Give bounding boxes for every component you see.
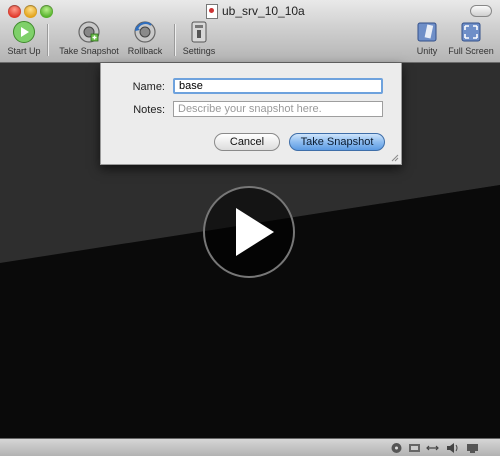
usb-icon[interactable] — [426, 442, 439, 454]
vm-window: ub_srv_10_10a Start Up Take Snapshot Rol… — [0, 0, 500, 456]
notes-label: Notes: — [133, 104, 165, 116]
minimize-icon[interactable] — [24, 5, 37, 18]
window-title: ub_srv_10_10a — [206, 3, 305, 19]
display-icon[interactable] — [466, 442, 479, 454]
full-screen-label: Full Screen — [448, 46, 494, 56]
start-up-icon — [13, 21, 35, 43]
unity-button[interactable]: Unity — [412, 20, 442, 56]
resize-grip-icon[interactable] — [390, 153, 399, 162]
document-icon — [206, 3, 218, 19]
toolbar-separator — [174, 24, 175, 56]
name-label: Name: — [132, 81, 165, 93]
window-title-text: ub_srv_10_10a — [222, 4, 305, 18]
notes-field[interactable] — [173, 101, 383, 117]
rollback-icon — [134, 21, 156, 43]
unity-icon — [417, 22, 437, 42]
start-up-button[interactable]: Start Up — [6, 20, 42, 56]
zoom-icon[interactable] — [40, 5, 53, 18]
toolbar-separator — [47, 24, 48, 56]
unity-label: Unity — [416, 46, 438, 56]
camera-icon — [78, 21, 100, 43]
toolbar-toggle-button[interactable] — [470, 5, 492, 17]
cancel-button[interactable]: Cancel — [214, 133, 280, 151]
close-icon[interactable] — [8, 5, 21, 18]
sound-icon[interactable] — [446, 442, 459, 454]
status-bar — [0, 438, 500, 456]
play-button[interactable] — [203, 186, 295, 278]
play-icon — [236, 208, 274, 256]
take-snapshot-label: Take Snapshot — [59, 46, 119, 56]
rollback-button[interactable]: Rollback — [124, 20, 166, 56]
cd-icon[interactable] — [390, 442, 403, 454]
network-icon[interactable] — [408, 442, 421, 454]
settings-icon — [191, 21, 207, 43]
full-screen-icon — [461, 22, 481, 42]
settings-label: Settings — [182, 46, 216, 56]
take-snapshot-button[interactable]: Take Snapshot — [56, 20, 122, 56]
take-snapshot-confirm-button[interactable]: Take Snapshot — [289, 133, 385, 151]
start-up-label: Start Up — [7, 46, 41, 56]
full-screen-button[interactable]: Full Screen — [447, 20, 495, 56]
settings-button[interactable]: Settings — [180, 20, 218, 56]
toolbar: ub_srv_10_10a Start Up Take Snapshot Rol… — [0, 0, 500, 63]
name-field[interactable] — [173, 78, 383, 94]
snapshot-dialog: Name: Notes: Cancel Take Snapshot — [100, 63, 402, 165]
rollback-label: Rollback — [127, 46, 163, 56]
